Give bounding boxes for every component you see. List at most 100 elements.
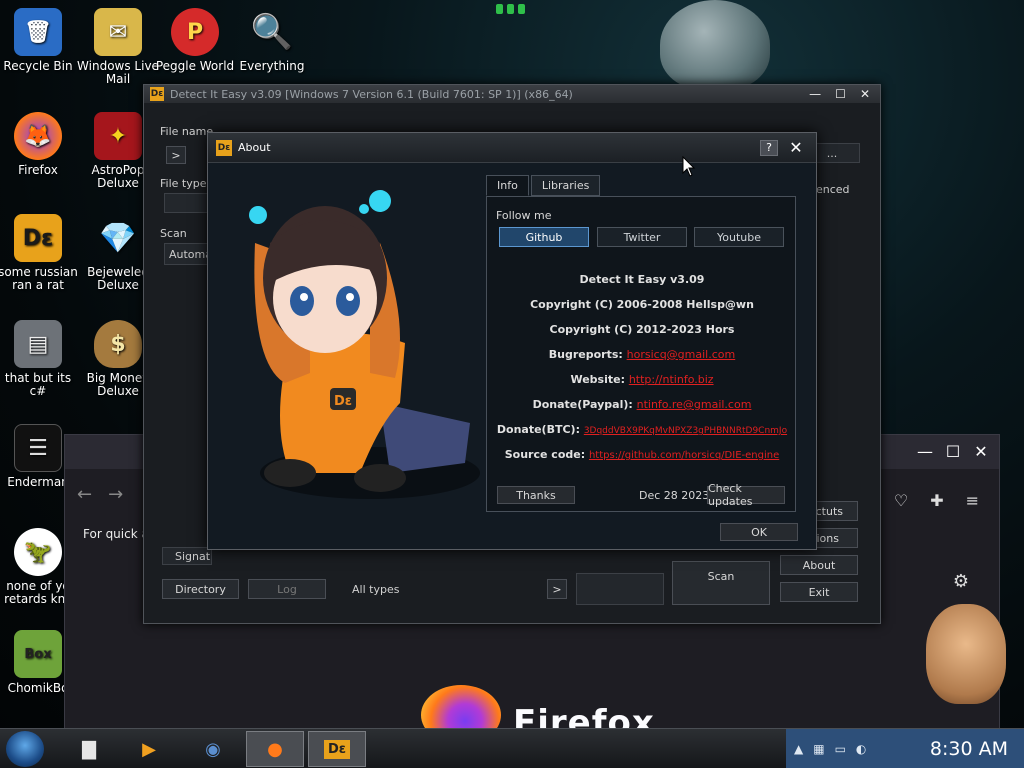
desktop-icon-label: Recycle Bin (3, 59, 73, 73)
menu-icon[interactable]: ≡ (966, 491, 979, 510)
back-arrow-icon[interactable]: ← (77, 484, 92, 505)
firefox-quick-text: For quick a (83, 527, 149, 541)
btc-link[interactable]: 3DqddVBX9PKqMvNPXZ3gPHBNNRtD9CnmJo (584, 426, 787, 436)
follow-me-label: Follow me (496, 209, 552, 222)
wallpaper-figure (660, 0, 770, 90)
mascot-illustration: Dε (249, 190, 480, 499)
tab-info[interactable]: Info (486, 175, 529, 196)
desktop-icon-csharp[interactable]: ▤ that but its c# (0, 320, 80, 398)
product-name: Detect It Easy v3.09 (579, 273, 705, 286)
github-button[interactable]: Github (499, 227, 589, 247)
btc-label: Donate(BTC): (496, 423, 580, 436)
mail-icon: ✉ (94, 8, 142, 56)
bugreports-row: Bugreports: horsicq@gmail.com (487, 348, 797, 361)
paypal-row: Donate(Paypal): ntinfo.re@gmail.com (487, 398, 797, 411)
taskbar-media-player[interactable]: ▶ (120, 731, 178, 767)
taskbar-globe[interactable]: ◉ (184, 731, 242, 767)
about-tabs: Info Libraries (486, 175, 601, 196)
firefox-toolbar-right: ♡ ✚ ≡ (894, 491, 979, 510)
file-name-label: File name (160, 125, 214, 138)
volume-icon[interactable]: ◐ (856, 742, 866, 756)
taskbar-terminal[interactable]: ▇ (60, 731, 118, 767)
extensions-icon[interactable]: ✚ (930, 491, 943, 510)
network-icon[interactable]: ▦ (813, 742, 824, 756)
ok-button[interactable]: OK (720, 523, 798, 541)
minimize-icon[interactable]: — (809, 87, 821, 101)
about-title: About (238, 141, 271, 154)
close-icon[interactable]: ✕ (973, 444, 989, 460)
help-button[interactable]: ? (760, 139, 778, 156)
desktop-icon-firefox[interactable]: 🦊 Firefox (0, 112, 80, 177)
scan-button[interactable]: Scan (672, 561, 770, 605)
gear-icon[interactable]: ⚙ (953, 571, 969, 592)
scan-label: Scan (160, 227, 187, 240)
firefox-icon: 🦊 (14, 112, 62, 160)
desktop-icon-everything[interactable]: 🔍 Everything (230, 8, 314, 73)
bugreports-label: Bugreports: (548, 348, 623, 361)
info-panel: Follow me Github Twitter Youtube Detect … (486, 196, 796, 512)
bugreports-link[interactable]: horsicq@gmail.com (627, 348, 736, 361)
dinosaur-icon: 🦖 (14, 528, 62, 576)
file-arrow-button[interactable]: > (166, 146, 186, 164)
thanks-button[interactable]: Thanks (497, 486, 575, 504)
youtube-button[interactable]: Youtube (694, 227, 784, 247)
all-types-label: All types (352, 583, 400, 596)
desktop-icon-windows-live-mail[interactable]: ✉ Windows Live Mail (76, 8, 160, 86)
magnifier-icon: 🔍 (250, 11, 294, 52)
desktop-icon-label: Windows Live Mail (77, 59, 159, 86)
website-label: Website: (570, 373, 625, 386)
mouse-cursor-icon (682, 156, 696, 177)
directory-button[interactable]: Directory (162, 579, 239, 599)
recycle-bin-icon: 🗑 (14, 8, 62, 56)
progress-box (576, 573, 664, 605)
top-decoration (496, 4, 525, 14)
maximize-icon[interactable]: ☐ (835, 87, 846, 101)
about-button[interactable]: About (780, 555, 858, 575)
desktop-icon-die[interactable]: Dε some russian ran a rat (0, 214, 80, 292)
chomikbox-icon: Box (14, 630, 62, 678)
source-label: Source code: (504, 448, 586, 461)
scan-arrow-button[interactable]: > (547, 579, 567, 599)
die-window-title: Detect It Easy v3.09 [Windows 7 Version … (170, 87, 573, 101)
maximize-icon[interactable]: ☐ (945, 444, 961, 460)
desktop-icon-label: Firefox (18, 163, 58, 177)
desktop-icon-peggle[interactable]: P Peggle World (153, 8, 237, 73)
website-row: Website: http://ntinfo.biz (487, 373, 797, 386)
file-type-label: File type (160, 177, 207, 190)
svg-text:Dε: Dε (334, 394, 352, 409)
exit-button[interactable]: Exit (780, 582, 858, 602)
source-link[interactable]: https://github.com/horsicq/DIE-engine (589, 450, 779, 461)
twitter-button[interactable]: Twitter (597, 227, 687, 247)
start-button[interactable] (6, 731, 44, 767)
forward-arrow-icon[interactable]: → (108, 484, 123, 505)
paypal-link[interactable]: ntinfo.re@gmail.com (637, 398, 752, 411)
check-updates-button[interactable]: Check updates (707, 482, 785, 508)
close-icon[interactable]: ✕ (860, 87, 870, 101)
website-link[interactable]: http://ntinfo.biz (629, 373, 714, 386)
diamond-icon: 💎 (99, 220, 137, 256)
close-icon[interactable]: ✕ (784, 138, 808, 157)
clock[interactable]: 8:30 AM (930, 738, 1008, 760)
taskbar: ▇ ▶ ◉ ● Dε ▲ ▦ ▭ ◐ 8:30 AM (0, 728, 1024, 768)
taskbar-die[interactable]: Dε (308, 731, 366, 767)
list-window-icon: ☰ (14, 424, 62, 472)
copyright-line-2: Copyright (C) 2012-2023 Hors (549, 323, 735, 336)
about-titlebar: Dε About ? ✕ (208, 133, 816, 163)
minimize-icon[interactable]: — (917, 444, 933, 460)
advanced-checkbox-label[interactable]: enced (816, 183, 850, 196)
display-icon[interactable]: ▭ (835, 742, 846, 756)
tray-expand-icon[interactable]: ▲ (794, 742, 803, 756)
file-type-select[interactable] (164, 193, 208, 213)
paypal-label: Donate(Paypal): (532, 398, 633, 411)
about-dialog[interactable]: Dε About ? ✕ Dε Info Libraries Follow me… (207, 132, 817, 550)
desktop-icon-recycle-bin[interactable]: 🗑 Recycle Bin (0, 8, 80, 73)
signature-button[interactable]: Signat (162, 547, 212, 565)
globe-icon: ◉ (205, 738, 221, 760)
scan-mode-select[interactable]: Automa (164, 243, 212, 265)
die-app-icon: Dε (150, 87, 164, 101)
log-button[interactable]: Log (248, 579, 326, 599)
taskbar-firefox[interactable]: ● (246, 731, 304, 767)
pocket-icon[interactable]: ♡ (894, 491, 908, 510)
copyright-line-1: Copyright (C) 2006-2008 Hellsp@wn (530, 298, 754, 311)
tab-libraries[interactable]: Libraries (530, 175, 601, 196)
